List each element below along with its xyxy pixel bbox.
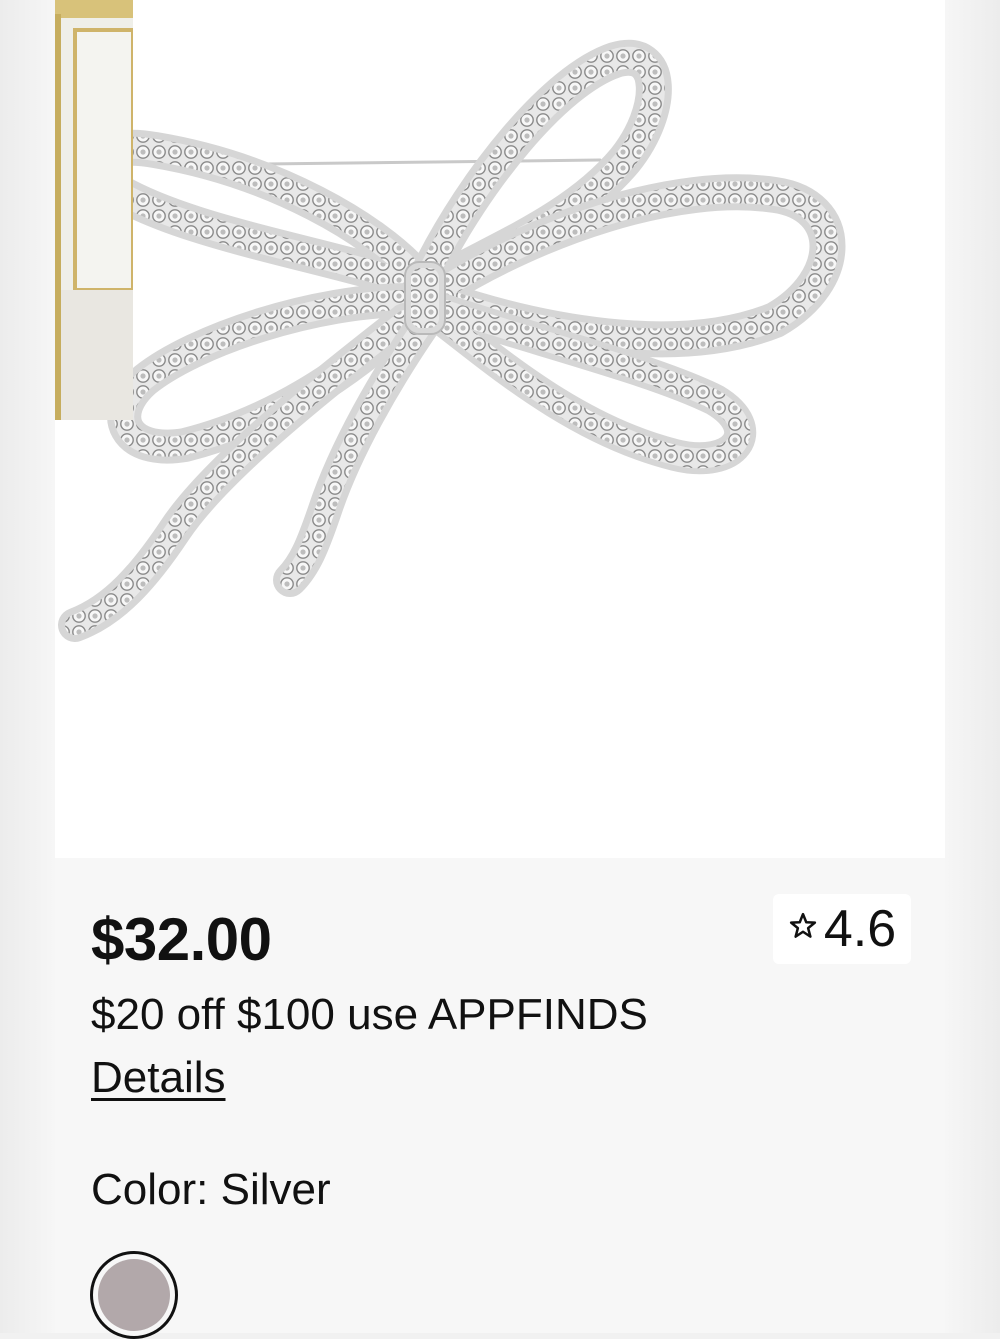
carousel-edge-right [945,0,1000,1333]
color-label: Color: Silver [91,1165,331,1214]
product-info: $32.00 $20 off $100 use APPFINDS Details… [55,858,945,1339]
carousel-edge-left [0,0,55,1333]
color-swatch-silver[interactable] [90,1251,178,1339]
swatch-fill [98,1259,170,1331]
promo-text: $20 off $100 use APPFINDS [91,990,648,1039]
star-outline-icon [788,911,818,947]
gift-box-image [55,0,133,420]
rating-value: 4.6 [823,900,897,958]
product-image[interactable] [55,0,945,858]
details-link[interactable]: Details [91,1053,226,1102]
bow-brooch-illustration [58,39,846,642]
rating-badge[interactable]: 4.6 [773,894,911,964]
product-card: $32.00 $20 off $100 use APPFINDS Details… [55,0,945,1339]
price: $32.00 [91,906,272,973]
